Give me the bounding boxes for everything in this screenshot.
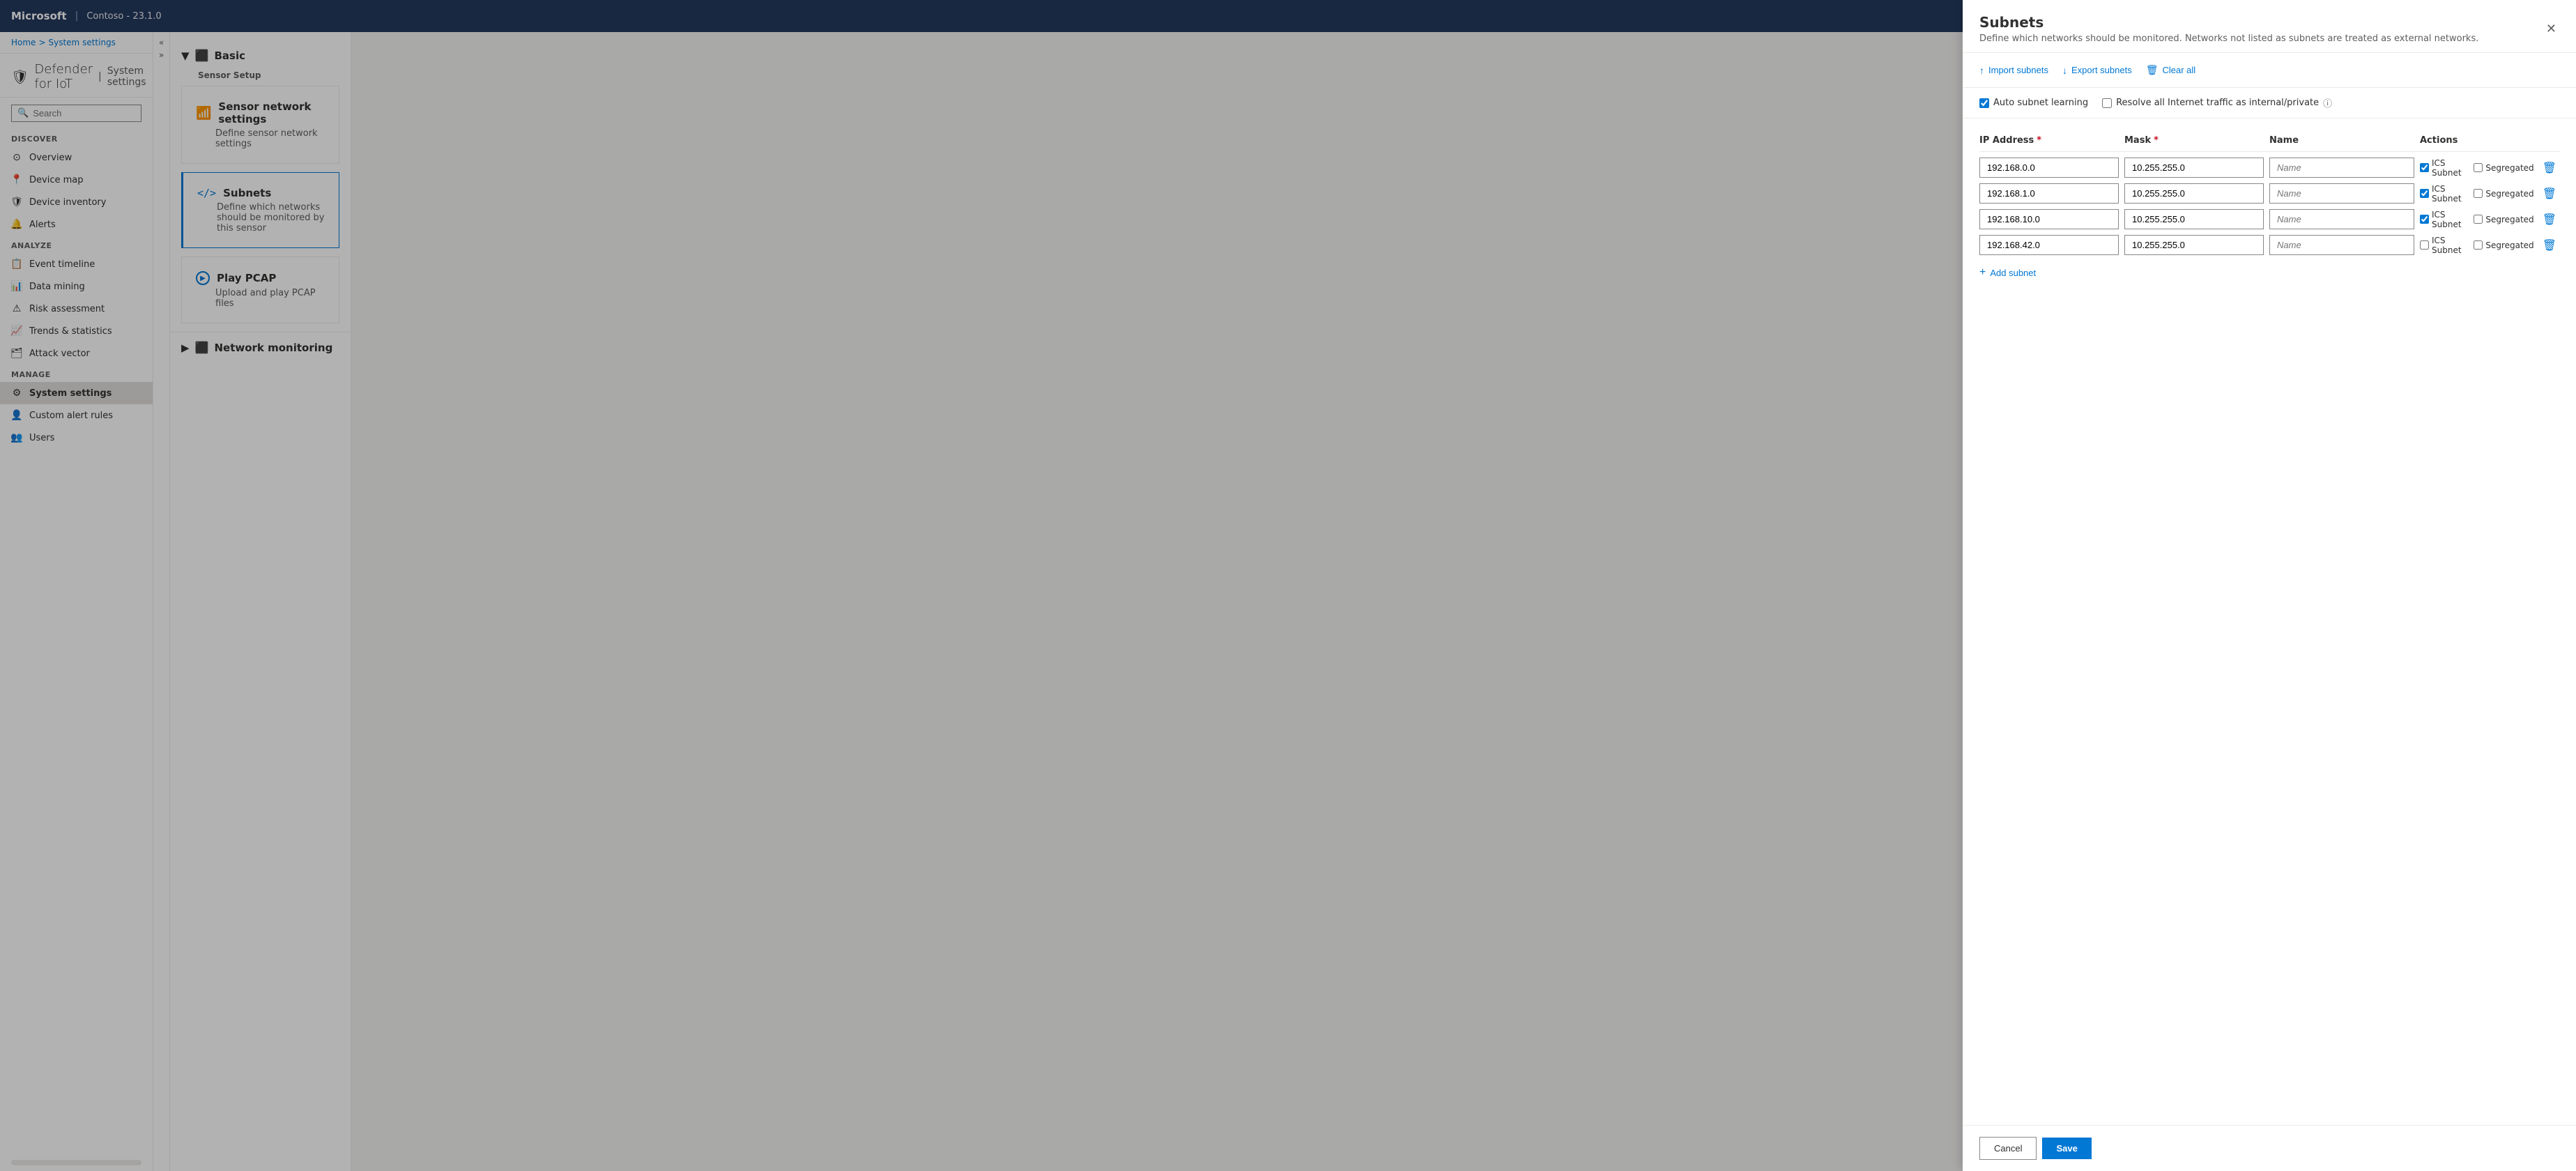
import-label: Import subnets	[1988, 65, 2048, 75]
clear-label: Clear all	[2163, 65, 2196, 75]
actions-cell-1: ICS Subnet Segregated 🗑	[2420, 184, 2559, 204]
col-header-ip: IP Address *	[1979, 135, 2119, 146]
overlay-body: IP Address * Mask * Name Actions	[1963, 118, 2576, 1125]
overlay-subtitle: Define which networks should be monitore…	[1979, 33, 2478, 44]
subnet-mask-0[interactable]	[2124, 158, 2264, 178]
export-icon: ↓	[2062, 65, 2067, 76]
ics-label-0: ICS Subnet	[2432, 158, 2468, 178]
subnets-table: IP Address * Mask * Name Actions	[1979, 130, 2559, 284]
resolve-traffic-checkbox[interactable]	[2102, 98, 2112, 108]
ip-required: *	[2037, 135, 2041, 146]
actions-cell-3: ICS Subnet Segregated 🗑	[2420, 236, 2559, 255]
delete-row-1-button[interactable]: 🗑	[2540, 185, 2559, 202]
delete-row-0-button[interactable]: 🗑	[2540, 160, 2559, 176]
subnet-row: ICS Subnet Segregated 🗑	[1979, 183, 2559, 204]
subnet-name-1[interactable]	[2269, 183, 2414, 204]
close-button[interactable]: ✕	[2543, 19, 2559, 39]
auto-subnet-label: Auto subnet learning	[1993, 98, 2088, 108]
ics-label-2: ICS Subnet	[2432, 210, 2468, 229]
ics-subnet-1-wrap: ICS Subnet	[2420, 184, 2468, 204]
ics-subnet-0-checkbox[interactable]	[2420, 163, 2429, 172]
subnet-name-3[interactable]	[2269, 235, 2414, 255]
segregated-0-checkbox[interactable]	[2474, 163, 2483, 172]
ics-subnet-3-checkbox[interactable]	[2420, 240, 2429, 250]
segregated-1-checkbox[interactable]	[2474, 189, 2483, 198]
resolve-traffic-wrap: Resolve all Internet traffic as internal…	[2102, 96, 2332, 109]
segregated-label-3: Segregated	[2485, 240, 2533, 250]
actions-cell-0: ICS Subnet Segregated 🗑	[2420, 158, 2559, 178]
col-header-mask: Mask *	[2124, 135, 2264, 146]
subnet-ip-2[interactable]	[1979, 209, 2119, 229]
trash-icon: 🗑	[2146, 64, 2159, 76]
subnet-ip-3[interactable]	[1979, 235, 2119, 255]
segregated-2-checkbox[interactable]	[2474, 215, 2483, 224]
subnet-ip-0[interactable]	[1979, 158, 2119, 178]
col-header-actions: Actions	[2420, 135, 2559, 146]
overlay-title: Subnets	[1979, 14, 2478, 31]
segregated-label-0: Segregated	[2485, 163, 2533, 173]
subnet-row: ICS Subnet Segregated 🗑	[1979, 209, 2559, 229]
auto-subnet-wrap: Auto subnet learning	[1979, 98, 2088, 108]
delete-row-2-button[interactable]: 🗑	[2540, 211, 2559, 228]
cancel-button[interactable]: Cancel	[1979, 1137, 2037, 1160]
delete-row-3-button[interactable]: 🗑	[2540, 237, 2559, 254]
segregated-3-wrap: Segregated	[2474, 240, 2533, 250]
plus-icon: +	[1979, 266, 1986, 279]
ics-subnet-3-wrap: ICS Subnet	[2420, 236, 2468, 255]
overlay-toolbar: ↑ Import subnets ↓ Export subnets 🗑 Clea…	[1963, 53, 2576, 88]
auto-subnet-checkbox[interactable]	[1979, 98, 1989, 108]
segregated-label-1: Segregated	[2485, 189, 2533, 199]
subnets-panel: Subnets Define which networks should be …	[1963, 0, 2576, 1171]
ics-subnet-1-checkbox[interactable]	[2420, 189, 2429, 198]
subnet-row: ICS Subnet Segregated 🗑	[1979, 158, 2559, 178]
col-header-name: Name	[2269, 135, 2414, 146]
add-subnet-button[interactable]: + Add subnet	[1979, 261, 2036, 284]
actions-cell-2: ICS Subnet Segregated 🗑	[2420, 210, 2559, 229]
import-icon: ↑	[1979, 65, 1984, 76]
subnets-table-header: IP Address * Mask * Name Actions	[1979, 130, 2559, 152]
overlay-options: Auto subnet learning Resolve all Interne…	[1963, 88, 2576, 118]
export-label: Export subnets	[2071, 65, 2132, 75]
subnet-name-2[interactable]	[2269, 209, 2414, 229]
segregated-0-wrap: Segregated	[2474, 163, 2533, 173]
clear-all-button[interactable]: 🗑 Clear all	[2146, 61, 2195, 79]
subnet-mask-2[interactable]	[2124, 209, 2264, 229]
add-subnet-label: Add subnet	[1990, 268, 2036, 278]
ics-subnet-2-checkbox[interactable]	[2420, 215, 2429, 224]
overlay-header-text: Subnets Define which networks should be …	[1979, 14, 2478, 44]
ics-subnet-0-wrap: ICS Subnet	[2420, 158, 2468, 178]
import-subnets-button[interactable]: ↑ Import subnets	[1979, 62, 2048, 79]
segregated-1-wrap: Segregated	[2474, 189, 2533, 199]
segregated-2-wrap: Segregated	[2474, 215, 2533, 224]
subnet-mask-3[interactable]	[2124, 235, 2264, 255]
save-button[interactable]: Save	[2042, 1138, 2091, 1159]
overlay-backdrop: Subnets Define which networks should be …	[0, 0, 2576, 1171]
subnet-ip-1[interactable]	[1979, 183, 2119, 204]
subnet-mask-1[interactable]	[2124, 183, 2264, 204]
info-icon: ⓘ	[2323, 96, 2332, 109]
subnet-name-0[interactable]	[2269, 158, 2414, 178]
ics-subnet-2-wrap: ICS Subnet	[2420, 210, 2468, 229]
ics-label-3: ICS Subnet	[2432, 236, 2468, 255]
segregated-label-2: Segregated	[2485, 215, 2533, 224]
resolve-traffic-label: Resolve all Internet traffic as internal…	[2116, 98, 2319, 108]
segregated-3-checkbox[interactable]	[2474, 240, 2483, 250]
overlay-header: Subnets Define which networks should be …	[1963, 0, 2576, 53]
mask-required: *	[2154, 135, 2159, 146]
subnet-row: ICS Subnet Segregated 🗑	[1979, 235, 2559, 255]
ics-label-1: ICS Subnet	[2432, 184, 2468, 204]
overlay-footer: Cancel Save	[1963, 1125, 2576, 1171]
export-subnets-button[interactable]: ↓ Export subnets	[2062, 62, 2132, 79]
